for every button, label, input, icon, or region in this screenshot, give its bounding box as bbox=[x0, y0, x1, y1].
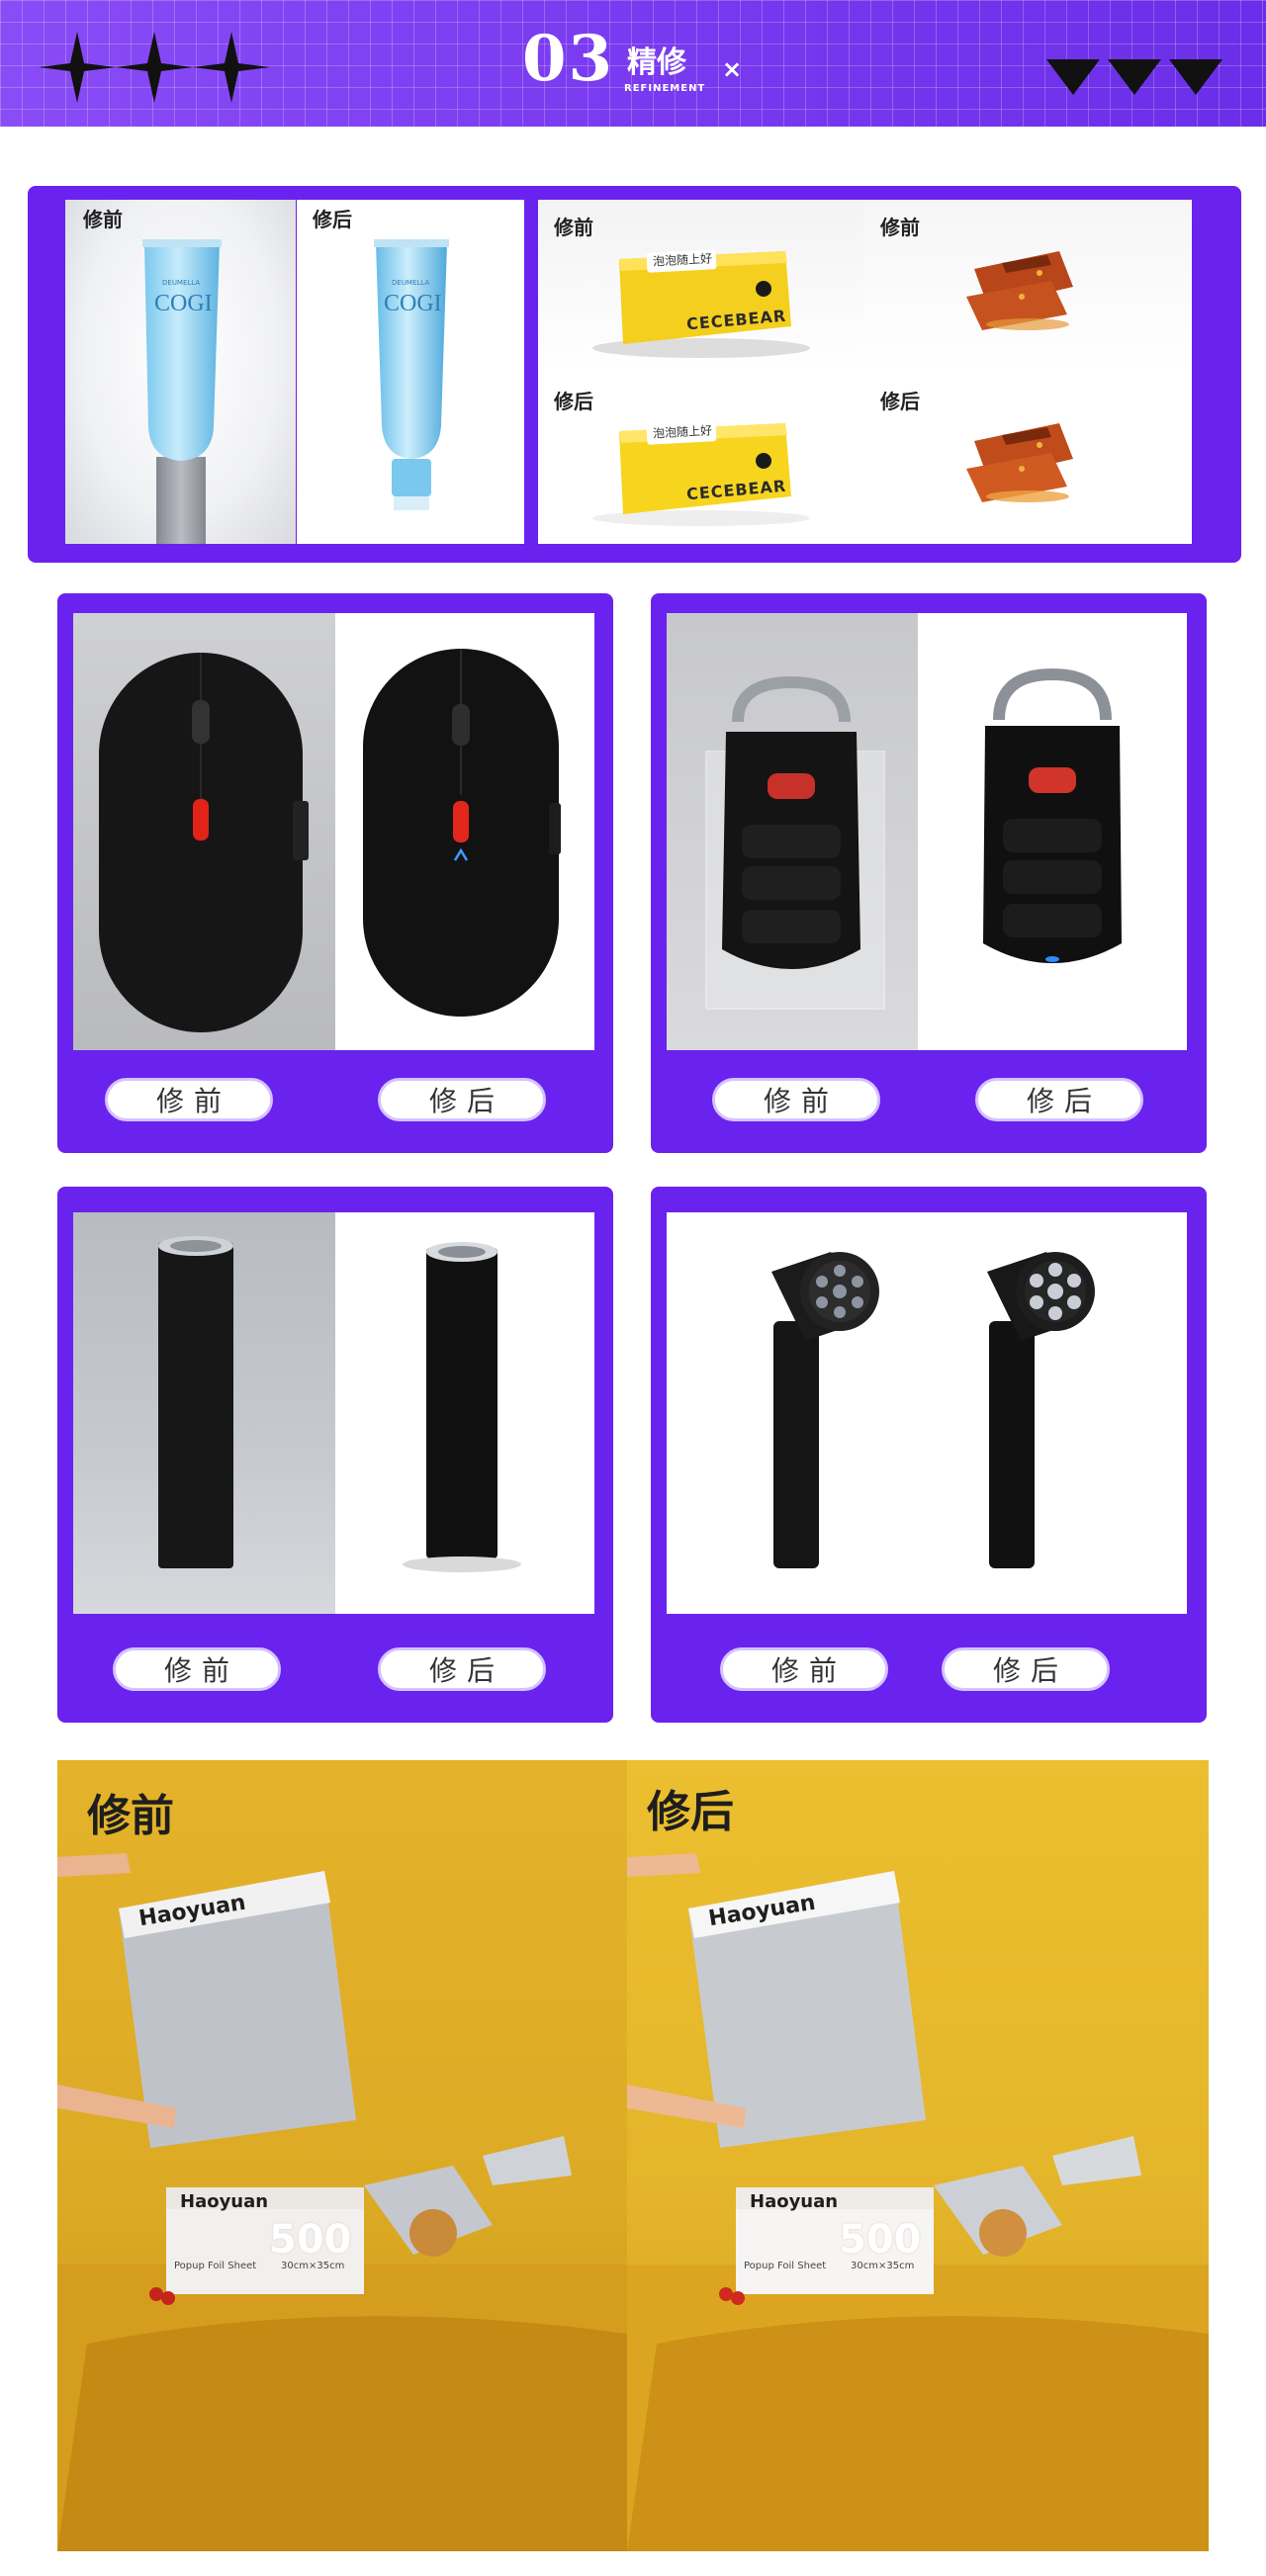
foil-before-box-line: Popup Foil Sheet bbox=[174, 2261, 257, 2271]
label-snack-after: 修后 bbox=[880, 390, 920, 413]
pill-remote-before: 修前 bbox=[712, 1078, 880, 1121]
sparkle-icons bbox=[39, 32, 270, 103]
photo-foil-before: Haoyuan Haoyuan 500 Popup Foil Sheet 30c… bbox=[57, 1760, 627, 2551]
close-mark: × bbox=[722, 55, 743, 83]
foil-after-box-size: 30cm×35cm bbox=[851, 2261, 915, 2271]
foil-after-box-count: 500 bbox=[839, 2217, 922, 2263]
pill-mouse-before: 修前 bbox=[105, 1078, 273, 1121]
pill-mouse-after: 修后 bbox=[378, 1078, 546, 1121]
label-foil-before: 修前 bbox=[87, 1791, 174, 1841]
photo-mouse-after bbox=[335, 613, 594, 1050]
remote-before-illustration bbox=[705, 675, 885, 1010]
lamp-illustration bbox=[771, 1252, 1095, 1568]
section-number: 03 bbox=[522, 22, 615, 96]
label-soap-after: 修后 bbox=[554, 390, 593, 413]
photo-flashlight-after bbox=[335, 1212, 594, 1614]
photo-mouse-before bbox=[73, 613, 335, 1050]
photo-tube-after: COGI DEUMELLA bbox=[297, 200, 524, 544]
photo-tube-before: COGI DEUMELLA bbox=[65, 200, 296, 544]
flashlight-after-illustration bbox=[403, 1242, 521, 1572]
pill-lamp-before: 修前 bbox=[720, 1647, 888, 1691]
foil-before-illustration bbox=[57, 1853, 627, 2551]
tube-before-illustration bbox=[142, 239, 222, 544]
foil-before-brand-box: Haoyuan bbox=[180, 2191, 269, 2212]
foil-after-box-line: Popup Foil Sheet bbox=[744, 2261, 827, 2271]
soap-after-tag: 泡泡随上好 bbox=[652, 423, 713, 441]
foil-after-illustration bbox=[627, 1853, 1209, 2551]
foil-before-box-size: 30cm×35cm bbox=[281, 2261, 345, 2271]
pill-flashlight-before: 修前 bbox=[113, 1647, 281, 1691]
pill-remote-after: 修后 bbox=[975, 1078, 1143, 1121]
photo-lamp-compare bbox=[667, 1212, 1187, 1614]
label-soap-before: 修前 bbox=[554, 216, 593, 239]
tube-before-small-text: DEUMELLA bbox=[162, 279, 201, 287]
section-title: 精修 bbox=[627, 45, 686, 80]
pill-lamp-after: 修后 bbox=[942, 1647, 1110, 1691]
label-foil-after: 修后 bbox=[647, 1787, 734, 1837]
soap-before-tag: 泡泡随上好 bbox=[652, 251, 713, 269]
tube-before-brand: COGI bbox=[154, 291, 213, 316]
photo-remote-after bbox=[918, 613, 1187, 1050]
photo-remote-before bbox=[667, 613, 918, 1050]
photo-foil-after: Haoyuan Haoyuan 500 Popup Foil Sheet 30c… bbox=[627, 1760, 1209, 2551]
foil-after-brand-box: Haoyuan bbox=[750, 2191, 839, 2212]
pill-flashlight-after: 修后 bbox=[378, 1647, 546, 1691]
section-header: 03 精修 REFINEMENT × bbox=[0, 0, 1266, 127]
tube-after-small-text: DEUMELLA bbox=[392, 279, 430, 287]
mouse-before-illustration bbox=[99, 653, 309, 1032]
tube-after-brand: COGI bbox=[384, 291, 442, 316]
tube-after-illustration bbox=[374, 239, 449, 510]
label-tube-before: 修前 bbox=[83, 208, 123, 231]
label-tube-after: 修后 bbox=[313, 208, 352, 231]
remote-after-illustration bbox=[983, 667, 1122, 963]
mouse-after-illustration bbox=[363, 649, 561, 1017]
foil-before-box-count: 500 bbox=[269, 2217, 352, 2263]
photo-flashlight-before bbox=[73, 1212, 335, 1614]
label-snack-before: 修前 bbox=[880, 216, 920, 239]
flashlight-before-illustration bbox=[158, 1236, 233, 1568]
triangle-icons bbox=[1046, 59, 1222, 95]
section-subtitle: REFINEMENT bbox=[624, 83, 706, 94]
